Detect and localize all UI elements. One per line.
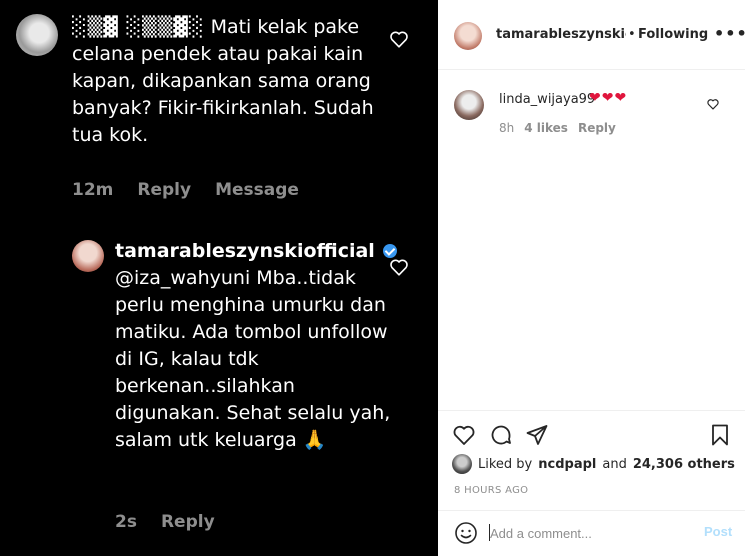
comment-likes[interactable]: 4 likes bbox=[524, 121, 568, 135]
reply-text: Mba..tidak perlu menghina umurku dan mat… bbox=[115, 267, 391, 451]
commenter-avatar[interactable] bbox=[16, 14, 58, 56]
comment-body: ░▒▓ ░▒▒▓░ Mati kelak pake celana pendek … bbox=[72, 14, 402, 149]
following-button[interactable]: Following bbox=[638, 27, 708, 42]
share-paper-plane-icon[interactable] bbox=[525, 423, 549, 447]
post-header: tamarableszynskiofficial • Following ••• bbox=[438, 0, 745, 70]
post-time[interactable]: 8 HOURS AGO bbox=[454, 485, 528, 496]
reply-button[interactable]: Reply bbox=[161, 512, 215, 532]
comment-username[interactable]: linda_wijaya99 bbox=[499, 92, 595, 107]
comment-screenshot: ░▒▓ ░▒▒▓░ Mati kelak pake celana pendek … bbox=[0, 0, 438, 556]
bookmark-icon[interactable] bbox=[708, 423, 732, 447]
more-options-icon[interactable]: ••• bbox=[714, 24, 745, 43]
comment-reply-button[interactable]: Reply bbox=[578, 121, 616, 135]
heart-outline-icon[interactable] bbox=[388, 28, 410, 50]
liker-avatar[interactable] bbox=[452, 454, 472, 474]
liked-by-joiner: and bbox=[602, 456, 627, 472]
reply-mention[interactable]: @iza_wahyuni bbox=[115, 267, 250, 289]
liked-by: Liked by ncdpapl and 24,306 others bbox=[452, 454, 735, 474]
reply-button[interactable]: Reply bbox=[137, 180, 191, 200]
reply-username[interactable]: tamarableszynskiofficial bbox=[115, 240, 375, 262]
separator-dot: • bbox=[628, 27, 636, 42]
comment-bubble-icon[interactable] bbox=[489, 423, 513, 447]
heart-outline-icon[interactable] bbox=[388, 256, 410, 278]
post-actions: Liked by ncdpapl and 24,306 others 8 HOU… bbox=[438, 410, 745, 555]
comment-meta: 8h 4 likes Reply bbox=[499, 121, 616, 135]
comment-avatar[interactable] bbox=[454, 90, 484, 120]
post-button[interactable]: Post bbox=[704, 524, 732, 539]
comment-time: 12m bbox=[72, 180, 114, 200]
comment-input[interactable] bbox=[490, 523, 680, 543]
comment-actions: 12m Reply Message bbox=[72, 180, 299, 200]
censored-username[interactable]: ░▒▓ ░▒▒▓░ bbox=[72, 16, 205, 38]
liked-by-prefix: Liked by bbox=[478, 456, 533, 472]
author-username[interactable]: tamarableszynskiofficial bbox=[496, 27, 626, 42]
comment-input-bar: Post bbox=[438, 510, 745, 556]
message-button[interactable]: Message bbox=[215, 180, 299, 200]
reply-body: tamarableszynskiofficial @iza_wahyuni Mb… bbox=[115, 238, 405, 454]
like-count[interactable]: 24,306 others bbox=[633, 457, 735, 472]
heart-emojis: ❤❤❤ bbox=[589, 90, 628, 106]
reply-time: 2s bbox=[115, 512, 137, 532]
heart-outline-icon[interactable] bbox=[706, 97, 720, 111]
comment-time: 8h bbox=[499, 121, 515, 135]
reply-actions: 2s Reply bbox=[115, 512, 215, 532]
like-heart-icon[interactable] bbox=[452, 423, 476, 447]
reply-avatar[interactable] bbox=[72, 240, 104, 272]
emoji-icon[interactable] bbox=[454, 521, 478, 545]
liker-username[interactable]: ncdpapl bbox=[538, 457, 596, 472]
instagram-post-panel: tamarableszynskiofficial • Following •••… bbox=[438, 0, 745, 556]
author-avatar[interactable] bbox=[454, 22, 482, 50]
